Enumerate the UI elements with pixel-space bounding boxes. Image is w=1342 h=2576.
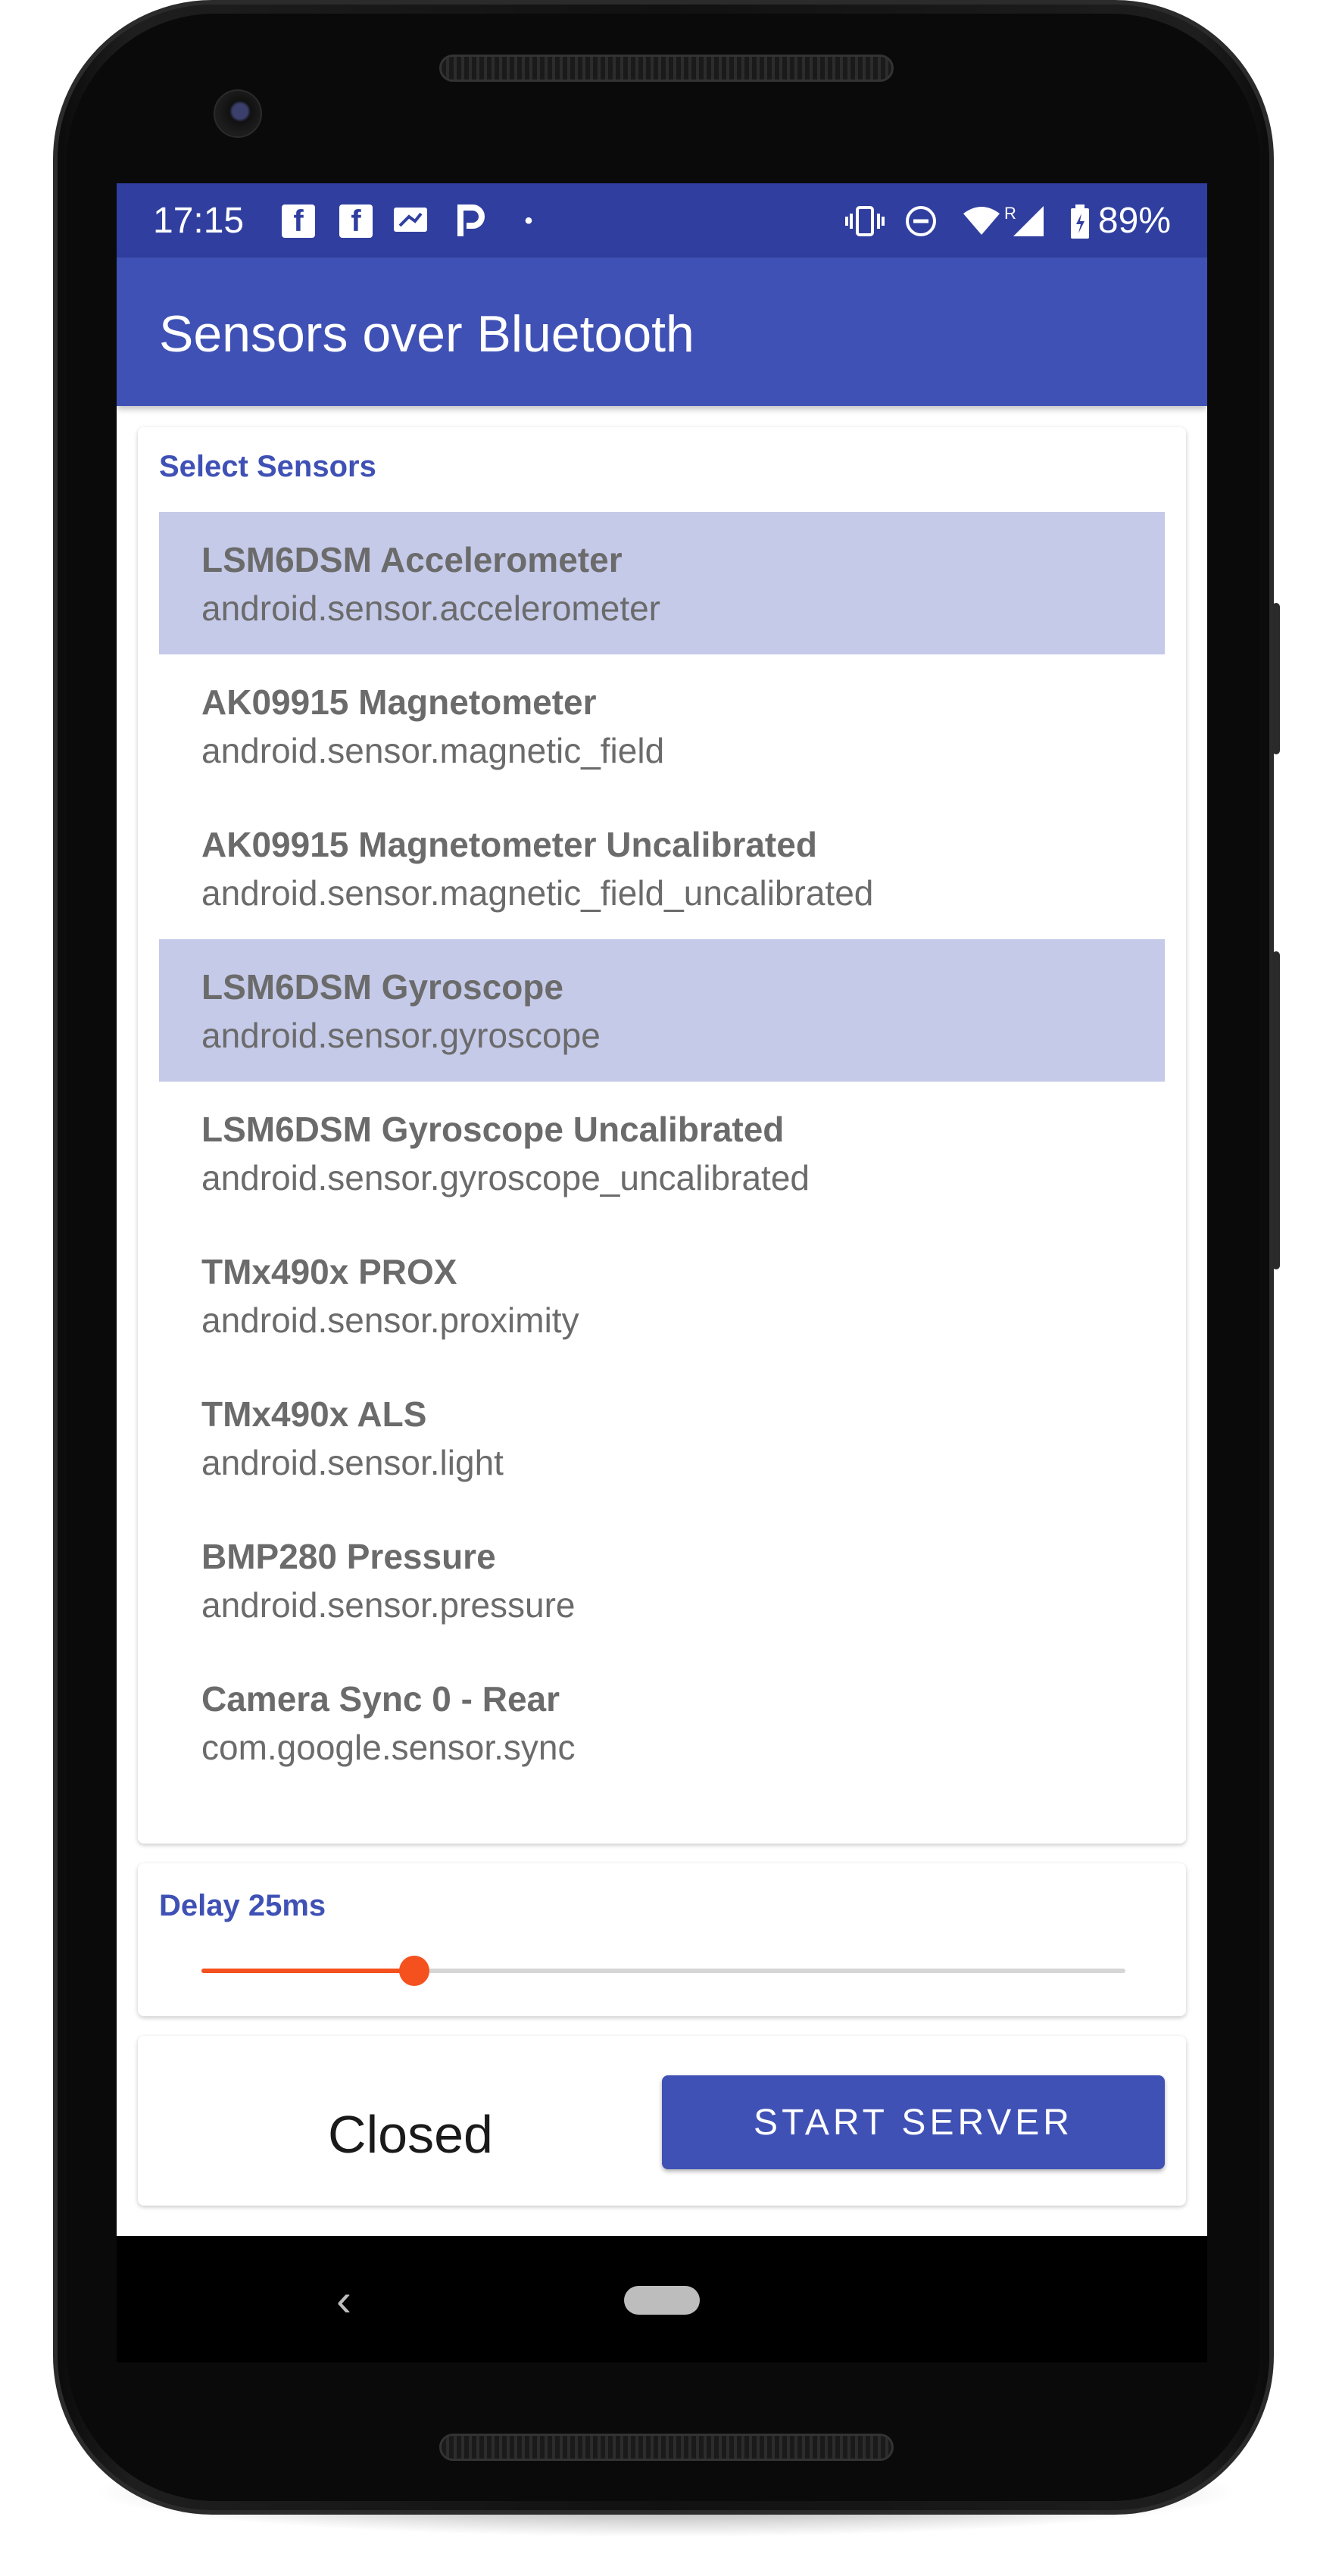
- bottom-speaker: [439, 2434, 894, 2461]
- delay-slider-track[interactable]: [201, 1956, 1125, 1986]
- start-server-button[interactable]: START SERVER: [662, 2075, 1165, 2169]
- sensor-list-item[interactable]: BMP280 Pressure android.sensor.pressure: [159, 1509, 1165, 1651]
- home-pill-icon[interactable]: [624, 2286, 700, 2315]
- power-button: [1272, 951, 1280, 1269]
- sensor-name: BMP280 Pressure: [201, 1537, 496, 1576]
- sensor-name: AK09915 Magnetometer: [201, 682, 597, 722]
- facebook-icon: f: [282, 205, 315, 238]
- sensor-type: android.sensor.magnetic_field_uncalibrat…: [201, 873, 874, 913]
- delay-slider-fill: [201, 1969, 414, 1973]
- status-time: 17:15: [153, 201, 245, 241]
- delay-card: Delay 25ms: [138, 1863, 1186, 2016]
- pandora-icon: [454, 205, 488, 238]
- sensor-name: LSM6DSM Gyroscope: [201, 967, 563, 1007]
- sensors-card: Select Sensors LSM6DSM Accelerometer andr…: [138, 427, 1186, 1844]
- sensor-list-item[interactable]: AK09915 Magnetometer android.sensor.magne…: [159, 654, 1165, 797]
- sensor-type: android.sensor.light: [201, 1443, 504, 1482]
- back-icon[interactable]: ‹: [336, 2274, 351, 2326]
- roaming-badge: R: [1004, 204, 1016, 223]
- screen: 17:15 f f • R 89% Sensors over Bluetooth: [117, 183, 1207, 2362]
- sensor-name: Camera Sync 0 - Rear: [201, 1679, 560, 1719]
- earpiece-speaker: [439, 55, 894, 82]
- volume-button: [1272, 603, 1280, 754]
- delay-slider-thumb[interactable]: [398, 1956, 429, 1986]
- sensor-type: android.sensor.magnetic_field: [201, 731, 665, 770]
- wifi-icon: [962, 205, 1000, 238]
- sensor-type: android.sensor.gyroscope: [201, 1016, 601, 1055]
- message-icon: [392, 205, 427, 238]
- sensor-name: TMx490x ALS: [201, 1394, 427, 1434]
- sensor-list-item[interactable]: LSM6DSM Accelerometer android.sensor.acce…: [159, 512, 1165, 654]
- sensor-type: android.sensor.gyroscope_uncalibrated: [201, 1158, 810, 1197]
- vibrate-icon: [845, 205, 885, 238]
- sensor-list-item[interactable]: Camera Sync 0 - Rear com.google.sensor.sy…: [159, 1651, 1165, 1794]
- sensor-list-item[interactable]: LSM6DSM Gyroscope android.sensor.gyroscop…: [159, 939, 1165, 1082]
- status-bar: 17:15 f f • R 89%: [117, 183, 1207, 258]
- sensor-list-item[interactable]: TMx490x PROX android.sensor.proximity: [159, 1224, 1165, 1366]
- front-camera: [214, 89, 262, 138]
- sensor-name: LSM6DSM Accelerometer: [201, 540, 623, 579]
- delay-label: Delay 25ms: [159, 1889, 326, 1922]
- sensor-type: android.sensor.accelerometer: [201, 589, 660, 628]
- sensor-list-item[interactable]: AK09915 Magnetometer Uncalibrated android…: [159, 797, 1165, 939]
- battery-percent: 89%: [1097, 201, 1171, 241]
- sensor-type: android.sensor.proximity: [201, 1300, 579, 1340]
- connection-status: Closed: [328, 2105, 493, 2164]
- facebook-icon: f: [339, 205, 373, 238]
- sensor-list-item[interactable]: TMx490x ALS android.sensor.light: [159, 1366, 1165, 1509]
- sensor-type: android.sensor.pressure: [201, 1585, 576, 1625]
- sensor-type: com.google.sensor.sync: [201, 1728, 576, 1767]
- dot-icon: •: [524, 208, 533, 233]
- dnd-icon: [904, 205, 938, 238]
- server-card: Closed START SERVER: [138, 2036, 1186, 2206]
- navigation-bar: ‹: [117, 2236, 1207, 2362]
- app-title: Sensors over Bluetooth: [159, 305, 694, 363]
- app-bar: Sensors over Bluetooth: [117, 258, 1207, 406]
- sensor-name: LSM6DSM Gyroscope Uncalibrated: [201, 1110, 785, 1149]
- sensor-list-item[interactable]: LSM6DSM Gyroscope Uncalibrated android.se…: [159, 1082, 1165, 1224]
- select-sensors-label: Select Sensors: [159, 450, 376, 483]
- battery-icon: [1063, 205, 1097, 239]
- signal-icon: R: [1004, 204, 1044, 238]
- sensor-name: TMx490x PROX: [201, 1252, 457, 1291]
- sensor-name: AK09915 Magnetometer Uncalibrated: [201, 825, 817, 864]
